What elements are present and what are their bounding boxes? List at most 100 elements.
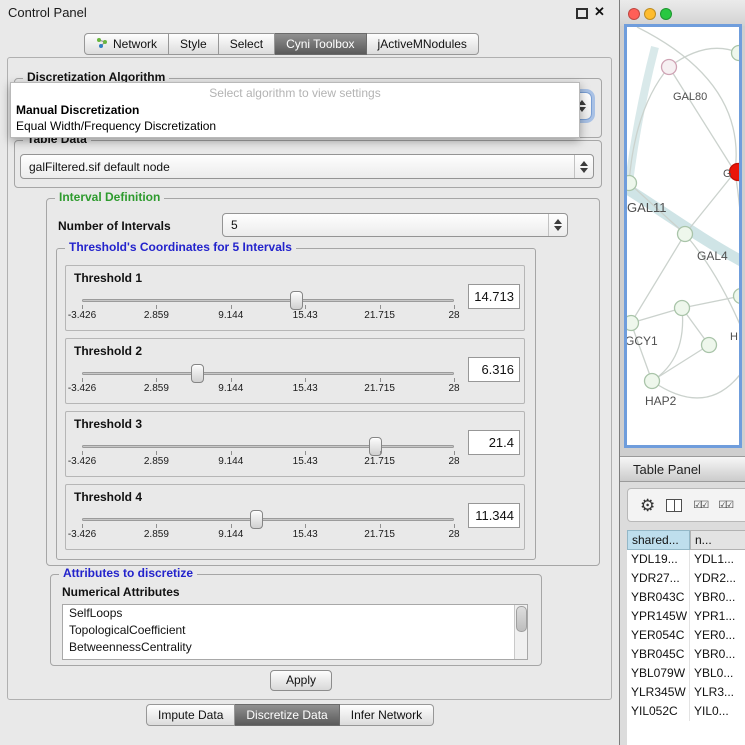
node-table: YDL19...YDL1... YDR27...YDR2... YBR043CY… [627, 550, 745, 745]
network-graph: GAL80 G GAL11 GAL4 GCY1 H HAP2 [627, 27, 739, 445]
tick-label: 15.43 [293, 456, 318, 467]
table-row[interactable]: YDR27...YDR2... [627, 569, 745, 588]
table-row[interactable]: YBR045CYBR0... [627, 645, 745, 664]
tick-label: 2.859 [144, 383, 169, 394]
slider-track[interactable] [82, 445, 454, 448]
tick-label: 2.859 [144, 456, 169, 467]
tick-label: 9.144 [218, 529, 243, 540]
tab-style[interactable]: Style [169, 33, 219, 55]
scrollbar-thumb[interactable] [516, 606, 527, 632]
table-data-combobox[interactable]: galFiltered.sif default node [20, 154, 594, 179]
network-icon [96, 37, 108, 52]
threshold-1-label: Threshold 1 [74, 271, 142, 285]
network-node[interactable] [627, 176, 637, 191]
slider-thumb[interactable] [290, 291, 303, 310]
tab-cyni-toolbox[interactable]: Cyni Toolbox [275, 33, 366, 55]
table-row[interactable]: YBL079WYBL0... [627, 664, 745, 683]
tick-label: 2.859 [144, 529, 169, 540]
number-of-intervals-combobox[interactable]: 5 [222, 213, 568, 237]
table-row[interactable]: YLR345WYLR3... [627, 683, 745, 702]
algorithm-dropdown-popup: Select algorithm to view settings Manual… [10, 82, 580, 138]
tick-label: 15.43 [293, 529, 318, 540]
minimize-traffic-light[interactable] [644, 8, 656, 20]
list-item[interactable]: SelfLoops [63, 605, 527, 622]
threshold-2-panel: Threshold 2 -3.426 2.859 9.144 15.43 21.… [65, 338, 525, 404]
node-label-hap2: HAP2 [645, 394, 677, 408]
threshold-3-panel: Threshold 3 -3.426 2.859 9.144 15.43 21.… [65, 411, 525, 477]
network-node[interactable] [662, 60, 677, 75]
tab-network[interactable]: Network [84, 33, 169, 55]
select-columns-icon[interactable]: ☑☑ [693, 500, 707, 511]
threshold-2-value-field[interactable]: 6.316 [468, 357, 520, 382]
tab-select[interactable]: Select [219, 33, 275, 55]
close-traffic-light[interactable] [628, 8, 640, 20]
list-scrollbar[interactable] [514, 605, 527, 659]
dropdown-option-equal-width-frequency[interactable]: Equal Width/Frequency Discretization [16, 119, 216, 133]
close-icon[interactable]: ✕ [594, 4, 605, 20]
threshold-4-slider[interactable]: -3.426 2.859 9.144 15.43 21.715 28 [82, 509, 454, 547]
network-node[interactable] [675, 301, 690, 316]
threshold-2-slider[interactable]: -3.426 2.859 9.144 15.43 21.715 28 [82, 363, 454, 401]
threshold-3-label: Threshold 3 [74, 417, 142, 431]
node-label-partial: H [730, 331, 738, 343]
tab-discretize-data[interactable]: Discretize Data [235, 704, 339, 726]
gear-icon[interactable]: ⚙ [640, 497, 655, 514]
tick-label: 28 [448, 529, 459, 540]
slider-thumb[interactable] [191, 364, 204, 383]
network-node[interactable] [702, 338, 717, 353]
table-row[interactable]: YBR043CYBR0... [627, 588, 745, 607]
table-row[interactable]: YPR145WYPR1... [627, 607, 745, 626]
columns-icon[interactable] [666, 499, 682, 512]
zoom-traffic-light[interactable] [660, 8, 672, 20]
network-node[interactable] [732, 46, 740, 61]
threshold-1-slider[interactable]: -3.426 2.859 9.144 15.43 21.715 28 [82, 290, 454, 328]
numerical-attributes-list[interactable]: SelfLoops TopologicalCoefficient Between… [62, 604, 528, 660]
tick-label: 9.144 [218, 383, 243, 394]
table-row[interactable]: YDL19...YDL1... [627, 550, 745, 569]
control-panel: Control Panel ✕ Network Style Select Cyn… [0, 0, 620, 745]
network-node[interactable] [627, 316, 639, 331]
tick-label: 21.715 [364, 310, 395, 321]
network-node[interactable] [645, 374, 660, 389]
threshold-1-value-field[interactable]: 14.713 [468, 284, 520, 309]
tick-label: -3.426 [68, 456, 96, 467]
threshold-4-panel: Threshold 4 -3.426 2.859 9.144 15.43 21.… [65, 484, 525, 550]
column-header-shared-name[interactable]: shared... [627, 530, 690, 550]
dropdown-option-manual-discretization[interactable]: Manual Discretization [16, 103, 139, 117]
threshold-2-label: Threshold 2 [74, 344, 142, 358]
group-title: Threshold's Coordinates for 5 Intervals [65, 240, 296, 254]
tab-infer-network[interactable]: Infer Network [340, 704, 434, 726]
table-row[interactable]: YIL052CYIL0... [627, 702, 745, 721]
network-window-titlebar [620, 0, 745, 26]
tab-jactivemnodules[interactable]: jActiveMNodules [367, 33, 479, 55]
tick-label: 28 [448, 310, 459, 321]
slider-track[interactable] [82, 372, 454, 375]
threshold-3-value-field[interactable]: 21.4 [468, 430, 520, 455]
slider-track[interactable] [82, 518, 454, 521]
list-item[interactable]: TopologicalCoefficient [63, 622, 527, 639]
tick-label: 21.715 [364, 383, 395, 394]
list-item[interactable]: BetweennessCentrality [63, 639, 527, 656]
threshold-4-value-field[interactable]: 11.344 [468, 503, 520, 528]
network-view-canvas[interactable]: GAL80 G GAL11 GAL4 GCY1 H HAP2 [624, 24, 742, 448]
select-all-icon[interactable]: ☑☑ [718, 500, 732, 511]
network-node[interactable] [734, 289, 740, 304]
table-row[interactable]: YER054CYER0... [627, 626, 745, 645]
slider-track[interactable] [82, 299, 454, 302]
tick-label: 21.715 [364, 456, 395, 467]
float-window-icon[interactable] [576, 8, 588, 19]
table-panel: ⚙ ☑☑ ☑☑ shared... n... YDL19...YDL1... Y… [620, 482, 745, 745]
thresholds-group: Threshold's Coordinates for 5 Intervals … [56, 248, 536, 560]
node-label-gcy1: GCY1 [627, 334, 658, 348]
number-of-intervals-label: Number of Intervals [58, 219, 171, 233]
screenshot-root: Control Panel ✕ Network Style Select Cyn… [0, 0, 745, 745]
apply-button[interactable]: Apply [270, 670, 332, 691]
table-toolbar: ⚙ ☑☑ ☑☑ [627, 488, 745, 522]
network-node[interactable] [678, 227, 693, 242]
group-title: Attributes to discretize [59, 566, 197, 580]
slider-thumb[interactable] [250, 510, 263, 529]
tick-label: 9.144 [218, 456, 243, 467]
column-header-name[interactable]: n... [690, 530, 745, 550]
threshold-3-slider[interactable]: -3.426 2.859 9.144 15.43 21.715 28 [82, 436, 454, 474]
tab-impute-data[interactable]: Impute Data [146, 704, 235, 726]
